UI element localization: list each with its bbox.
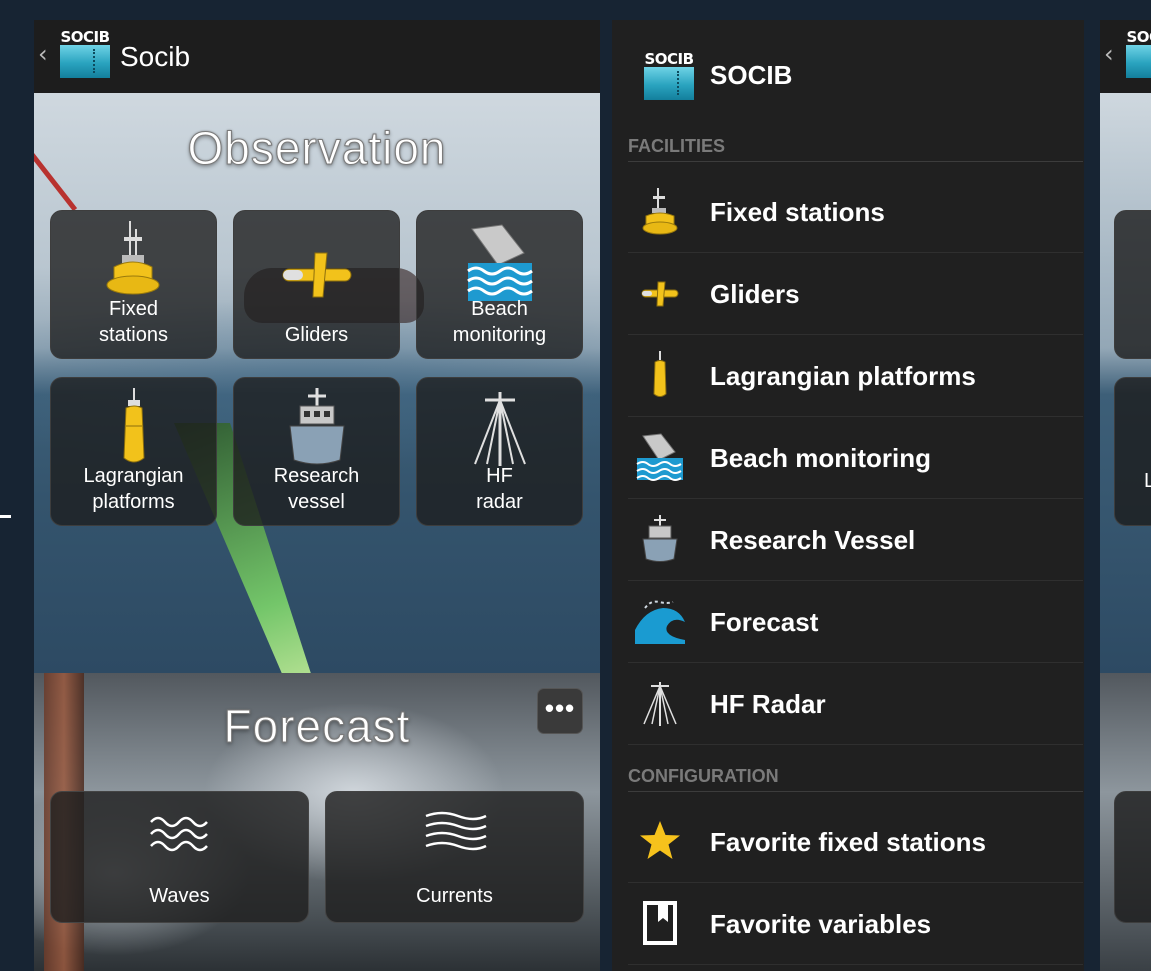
drawer-item-favorite-variables[interactable]: Favorite variables bbox=[628, 883, 1083, 965]
logo-text: SOCIB bbox=[644, 50, 694, 68]
back-chevron-icon[interactable]: ‹ bbox=[1104, 40, 1114, 68]
logo-graphic bbox=[1126, 45, 1151, 78]
edge-marker bbox=[0, 515, 11, 518]
observation-section: Observation Fixed stations Gliders Beach… bbox=[34, 93, 600, 683]
antenna-icon bbox=[630, 675, 690, 731]
drifter-icon bbox=[96, 388, 172, 468]
tile-label: Beach monitoring bbox=[452, 298, 547, 346]
drawer-item-label: Forecast bbox=[710, 607, 819, 637]
currents-icon bbox=[420, 808, 490, 858]
tile[interactable] bbox=[1114, 791, 1151, 923]
glider-icon bbox=[279, 221, 355, 301]
wave-icon bbox=[630, 593, 690, 649]
tile-label: HF radar bbox=[476, 465, 523, 513]
back-chevron-icon[interactable]: ‹ bbox=[38, 40, 48, 68]
drawer-item-label: Beach monitoring bbox=[710, 443, 932, 473]
section-header-configuration: CONFIGURATION bbox=[628, 766, 1083, 792]
beach-camera-icon bbox=[462, 221, 538, 301]
vessel-icon bbox=[630, 511, 690, 567]
antenna-icon bbox=[462, 388, 538, 468]
drawer-item-forecast[interactable]: Forecast bbox=[628, 581, 1083, 663]
drawer-item-label: Research Vessel bbox=[710, 525, 916, 555]
logo-graphic bbox=[644, 67, 694, 100]
beach-camera-icon bbox=[630, 429, 690, 485]
drawer-item-label: Gliders bbox=[710, 279, 800, 309]
drawer-item-label: Favorite fixed stations bbox=[710, 827, 986, 857]
drawer-item-lagrangian-platforms[interactable]: Lagrangian platforms bbox=[628, 335, 1083, 417]
secondary-screen: ‹ SOCIB L bbox=[1100, 20, 1151, 971]
tile-beach-monitoring[interactable]: Beach monitoring bbox=[416, 210, 583, 359]
forecast-title: Forecast bbox=[223, 700, 411, 753]
tile-fixed-stations[interactable]: Fixed stations bbox=[50, 210, 217, 359]
bookmark-icon bbox=[630, 895, 690, 951]
tile-waves[interactable]: Waves bbox=[50, 791, 309, 923]
tile-label: Lagrangian platforms bbox=[83, 465, 184, 513]
navigation-drawer: SOCIB SOCIB FACILITIES Fixed stations Gl… bbox=[612, 20, 1084, 971]
vessel-icon bbox=[279, 388, 355, 468]
drawer-item-research-vessel[interactable]: Research Vessel bbox=[628, 499, 1083, 581]
tile-label: Research vessel bbox=[273, 465, 360, 513]
drawer-item-beach-monitoring[interactable]: Beach monitoring bbox=[628, 417, 1083, 499]
observation-title: Observation bbox=[187, 122, 447, 175]
tile-research-vessel[interactable]: Research vessel bbox=[233, 377, 400, 526]
socib-logo[interactable]: SOCIB bbox=[1124, 28, 1151, 82]
tile-currents[interactable]: Currents bbox=[325, 791, 584, 923]
tile-label: L bbox=[1144, 470, 1151, 492]
main-screen: ‹ SOCIB Socib Observation Fixed stations… bbox=[34, 20, 600, 971]
drawer-item-favorite-fixed-stations[interactable]: Favorite fixed stations bbox=[628, 801, 1083, 883]
tile-label: Waves bbox=[149, 885, 210, 907]
forecast-section: Forecast Waves Currents bbox=[34, 673, 600, 971]
buoy-icon bbox=[630, 183, 690, 239]
drawer-header: SOCIB SOCIB bbox=[612, 20, 1084, 130]
buoy-icon bbox=[96, 221, 172, 301]
drawer-item-hf-radar[interactable]: HF Radar bbox=[628, 663, 1083, 745]
tile-label: Fixed stations bbox=[99, 298, 168, 346]
overflow-menu-button[interactable]: ••• bbox=[537, 688, 583, 734]
drawer-item-label: Favorite variables bbox=[710, 909, 932, 939]
tile-hf-radar[interactable]: HF radar bbox=[416, 377, 583, 526]
logo-text: SOCIB bbox=[1126, 28, 1151, 46]
socib-logo: SOCIB bbox=[642, 50, 696, 104]
socib-logo[interactable]: SOCIB bbox=[58, 28, 112, 82]
drawer-title: SOCIB bbox=[710, 60, 793, 90]
drawer-item-label: HF Radar bbox=[710, 689, 826, 719]
glider-icon bbox=[630, 265, 690, 321]
star-icon bbox=[630, 813, 690, 869]
tile[interactable] bbox=[1114, 210, 1151, 359]
logo-graphic bbox=[60, 45, 110, 78]
drawer-item-fixed-stations[interactable]: Fixed stations bbox=[628, 171, 1083, 253]
tile-gliders[interactable]: Gliders bbox=[233, 210, 400, 359]
drifter-icon bbox=[630, 347, 690, 403]
action-bar: ‹ SOCIB Socib bbox=[34, 20, 600, 93]
drawer-item-label: Lagrangian platforms bbox=[710, 361, 976, 391]
waves-icon bbox=[145, 808, 215, 858]
tile-label: Currents bbox=[416, 885, 493, 907]
tile[interactable] bbox=[1114, 377, 1151, 526]
drawer-item-gliders[interactable]: Gliders bbox=[628, 253, 1083, 335]
drawer-item-label: Fixed stations bbox=[710, 197, 885, 227]
action-bar: ‹ SOCIB bbox=[1100, 20, 1151, 93]
tile-lagrangian-platforms[interactable]: Lagrangian platforms bbox=[50, 377, 217, 526]
app-title: Socib bbox=[120, 41, 191, 72]
section-header-facilities: FACILITIES bbox=[628, 136, 1083, 162]
tile-label: Gliders bbox=[284, 324, 349, 346]
logo-text: SOCIB bbox=[60, 28, 110, 46]
